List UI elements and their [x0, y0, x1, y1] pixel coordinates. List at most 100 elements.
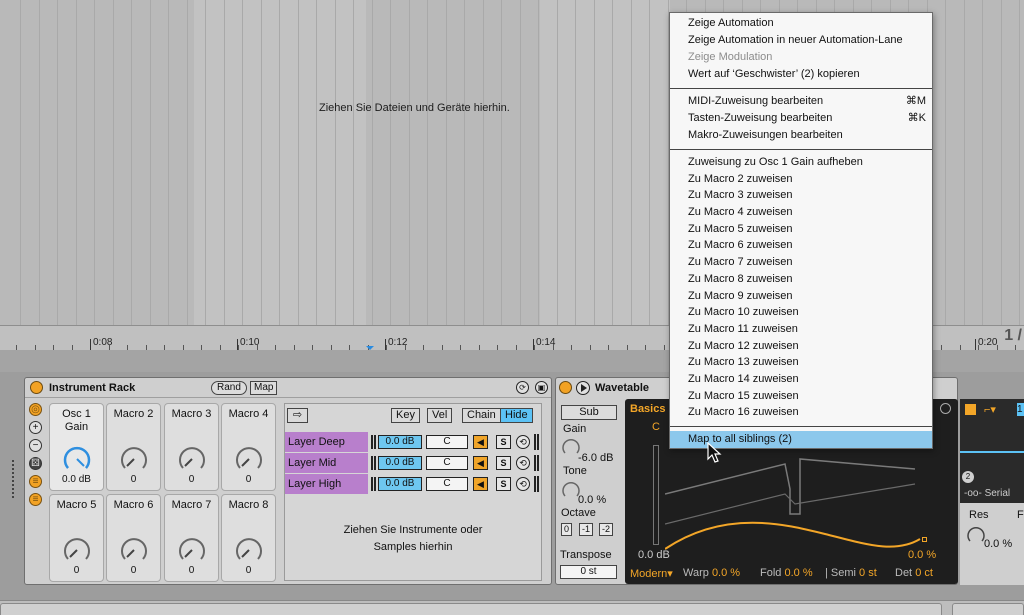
macro-variations-icon[interactable]: ◎ [29, 403, 42, 416]
macro-knob-7[interactable]: Macro 7 0 [164, 494, 219, 582]
menu-item-map-macro-15[interactable]: Zu Macro 15 zuweisen [670, 388, 932, 405]
chain-volume-field[interactable]: 0.0 dB [378, 477, 422, 491]
chain-name[interactable]: Layer Mid [285, 453, 368, 473]
solo-button[interactable]: S [496, 456, 511, 470]
chain-pan-field[interactable]: C [426, 456, 468, 470]
macro-knob-4[interactable]: Macro 4 0 [221, 403, 276, 491]
semi-control[interactable]: | Semi 0 st [825, 567, 877, 579]
rack-power-button[interactable] [30, 381, 43, 394]
map-button[interactable]: Map [250, 381, 278, 395]
menu-item-map-macro-7[interactable]: Zu Macro 7 zuweisen [670, 254, 932, 271]
chain-select-button[interactable]: Chain [462, 408, 501, 423]
filter-toggle[interactable] [965, 404, 976, 415]
menu-item-map-macro-8[interactable]: Zu Macro 8 zuweisen [670, 271, 932, 288]
chain-pan-field[interactable]: C [426, 477, 468, 491]
velocity-zone-button[interactable]: Vel [427, 408, 453, 423]
octave-option[interactable]: -1 [579, 523, 594, 536]
transpose-field[interactable]: 0 st [560, 565, 617, 579]
routing-icon[interactable]: ⟲ [516, 456, 530, 470]
serial-label[interactable]: -oo- Serial [964, 488, 1010, 499]
grid-line [335, 0, 336, 325]
octave-option[interactable]: -2 [599, 523, 614, 536]
menu-item-macro-map[interactable]: Makro-Zuweisungen bearbeiten [670, 127, 932, 144]
knob-icon[interactable] [177, 535, 207, 565]
macro-label: Osc 1 Gain [62, 408, 91, 433]
mode-dropdown[interactable]: Modern▾ [630, 567, 673, 580]
key-zone-button[interactable]: Key [391, 408, 420, 423]
rand-button[interactable]: Rand [211, 381, 247, 395]
menu-item-map-macro-12[interactable]: Zu Macro 12 zuweisen [670, 338, 932, 355]
menu-item-midi-map[interactable]: MIDI-Zuweisung bearbeiten ⌘M [670, 93, 932, 110]
knob-icon[interactable] [177, 444, 207, 474]
hide-button[interactable]: Hide [500, 408, 533, 423]
menu-item-map-macro-9[interactable]: Zu Macro 9 zuweisen [670, 288, 932, 305]
auto-select-icon[interactable]: ⇨ [287, 408, 308, 423]
menu-item-map-macro-2[interactable]: Zu Macro 2 zuweisen [670, 171, 932, 188]
rack-options-icon[interactable]: ⟳ [516, 381, 529, 394]
menu-item-map-macro-10[interactable]: Zu Macro 10 zuweisen [670, 304, 932, 321]
solo-button[interactable]: S [496, 477, 511, 491]
solo-button[interactable]: S [496, 435, 511, 449]
chain-volume-field[interactable]: 0.0 dB [378, 435, 422, 449]
chain-name[interactable]: Layer Deep [285, 432, 368, 452]
menu-item-map-macro-3[interactable]: Zu Macro 3 zuweisen [670, 187, 932, 204]
random-icon[interactable]: ⚄ [29, 457, 42, 470]
fold-control[interactable]: Fold 0.0 % [760, 567, 813, 579]
filter-type-icon[interactable]: ⌐▾ [984, 403, 996, 416]
menu-item-show-automation-lane[interactable]: Zeige Automation in neuer Automation-Lan… [670, 32, 932, 49]
macro-knob-1[interactable]: Osc 1 Gain 0.0 dB [49, 403, 104, 491]
sub-osc-button[interactable]: Sub [561, 405, 617, 420]
routing-icon[interactable]: ⟲ [516, 477, 530, 491]
rack-save-icon[interactable]: ▣ [535, 381, 548, 394]
grid-line [242, 0, 243, 325]
menu-item-map-macro-11[interactable]: Zu Macro 11 zuweisen [670, 321, 932, 338]
menu-item-map-macro-4[interactable]: Zu Macro 4 zuweisen [670, 204, 932, 221]
device-drag-handle[interactable] [12, 460, 18, 500]
macro-knob-8[interactable]: Macro 8 0 [221, 494, 276, 582]
knob-icon[interactable] [119, 535, 149, 565]
menu-item-key-map[interactable]: Tasten-Zuweisung bearbeiten ⌘K [670, 110, 932, 127]
note-label: C [652, 421, 660, 433]
speaker-icon[interactable]: ◀ [473, 477, 488, 491]
menu-item-map-macro-5[interactable]: Zu Macro 5 zuweisen [670, 221, 932, 238]
knob-icon[interactable] [62, 444, 92, 474]
chain-row[interactable]: Layer High 0.0 dB C ◀ S ⟲ [285, 474, 541, 494]
menu-item-map-macro-16[interactable]: Zu Macro 16 zuweisen [670, 404, 932, 421]
play-icon[interactable] [576, 381, 590, 395]
chain-list-icon[interactable]: ≡ [29, 475, 42, 488]
chain-name[interactable]: Layer High [285, 474, 368, 494]
menu-item-map-macro-13[interactable]: Zu Macro 13 zuweisen [670, 354, 932, 371]
routing-icon[interactable]: ⟲ [516, 435, 530, 449]
wavetable-power-button[interactable] [559, 381, 572, 394]
speaker-icon[interactable]: ◀ [473, 456, 488, 470]
add-macro-icon[interactable]: + [29, 421, 42, 434]
detune-control[interactable]: Det 0 ct [895, 567, 933, 579]
chain-volume-field[interactable]: 0.0 dB [378, 456, 422, 470]
knob-icon[interactable] [234, 535, 264, 565]
devices-icon[interactable]: ≡ [29, 493, 42, 506]
macro-knob-6[interactable]: Macro 6 0 [106, 494, 161, 582]
osc-gain-slider[interactable] [653, 445, 659, 545]
menu-item-map-macro-14[interactable]: Zu Macro 14 zuweisen [670, 371, 932, 388]
knob-icon[interactable] [119, 444, 149, 474]
display-settings-icon[interactable] [940, 403, 951, 414]
remove-macro-icon[interactable]: − [29, 439, 42, 452]
menu-item-copy-to-siblings[interactable]: Wert auf ‘Geschwister’ (2) kopieren [670, 66, 932, 83]
tab-basics[interactable]: Basics [630, 403, 665, 415]
macro-knob-5[interactable]: Macro 5 0 [49, 494, 104, 582]
position-handle[interactable] [922, 537, 927, 542]
menu-item-unmap-macro[interactable]: Zuweisung zu Osc 1 Gain aufheben [670, 154, 932, 171]
knob-icon[interactable] [62, 535, 92, 565]
chain-pan-field[interactable]: C [426, 435, 468, 449]
macro-knob-3[interactable]: Macro 3 0 [164, 403, 219, 491]
speaker-icon[interactable]: ◀ [473, 435, 488, 449]
macro-knob-2[interactable]: Macro 2 0 [106, 403, 161, 491]
menu-item-map-macro-6[interactable]: Zu Macro 6 zuweisen [670, 237, 932, 254]
chain-row[interactable]: Layer Deep 0.0 dB C ◀ S ⟲ [285, 432, 541, 452]
chain-row[interactable]: Layer Mid 0.0 dB C ◀ S ⟲ [285, 453, 541, 473]
res-knob-icon[interactable] [966, 525, 986, 545]
knob-icon[interactable] [234, 444, 264, 474]
menu-item-show-automation[interactable]: Zeige Automation [670, 15, 932, 32]
warp-control[interactable]: Warp 0.0 % [683, 567, 740, 579]
octave-option[interactable]: 0 [561, 523, 573, 536]
